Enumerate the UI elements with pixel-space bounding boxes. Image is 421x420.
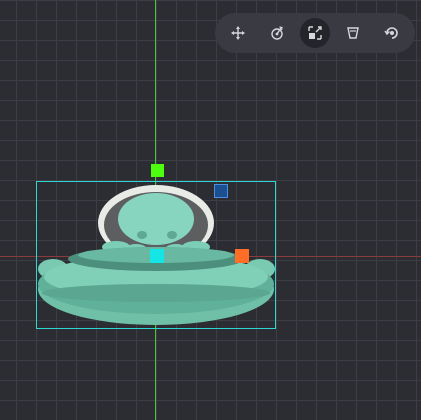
move-arrows-icon bbox=[231, 26, 246, 40]
scale-icon bbox=[308, 26, 322, 40]
rotate-tool[interactable] bbox=[262, 18, 292, 48]
move-tool[interactable] bbox=[223, 18, 253, 48]
world-icon bbox=[384, 27, 398, 39]
scale-handle[interactable] bbox=[214, 184, 228, 198]
scene-viewport[interactable] bbox=[0, 0, 421, 420]
skew-handle[interactable] bbox=[235, 249, 249, 263]
skew-tool[interactable] bbox=[338, 18, 368, 48]
transform-toolbar bbox=[215, 13, 415, 53]
pivot-handle[interactable] bbox=[150, 249, 164, 263]
skew-icon bbox=[347, 27, 360, 39]
scale-tool[interactable] bbox=[299, 18, 330, 48]
rotate-icon bbox=[270, 26, 283, 40]
rotate-handle[interactable] bbox=[151, 164, 164, 177]
world-space-toggle[interactable] bbox=[377, 18, 407, 48]
